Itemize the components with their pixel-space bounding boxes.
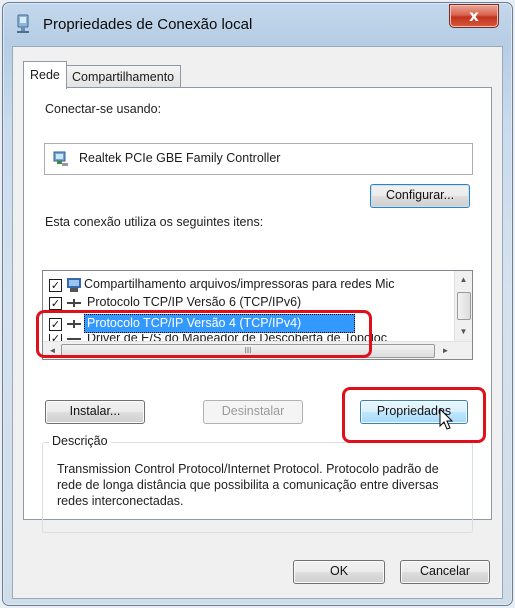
description-text: Transmission Control Protocol/Internet P… [57,462,439,508]
vertical-scroll-thumb[interactable] [457,292,471,320]
item-checkbox[interactable]: ✓ [49,279,62,292]
item-label: Compartilhamento arquivos/impressoras pa… [84,277,395,291]
scroll-grip-icon: III [244,346,252,355]
protocol-icon [67,299,81,307]
list-item[interactable]: ✓ Protocolo TCP/IP Versão 6 (TCP/IPv6) [43,292,453,314]
tab-panel-rede: Conectar-se usando: Realtek PCIe GBE Fam… [23,87,492,533]
tab-compartilhamento[interactable]: Compartilhamento [65,65,182,88]
vertical-scrollbar[interactable]: ▲ ▼ [454,271,472,342]
list-item-selected[interactable]: ✓ Protocolo TCP/IP Versão 4 (TCP/IPv4) [43,313,453,335]
network-connection-icon [17,14,29,33]
adapter-name: Realtek PCIe GBE Family Controller [79,151,281,165]
close-icon: x [469,7,479,25]
install-button[interactable]: Instalar... [45,400,145,424]
items-list[interactable]: ✓ Compartilhamento arquivos/impressoras … [42,270,473,360]
protocol-icon [67,320,81,328]
window-title: Propriedades de Conexão local [43,16,253,33]
horizontal-scroll-thumb[interactable]: III [61,344,435,358]
close-button[interactable]: x [449,4,499,28]
dialog-window: Propriedades de Conexão local x Rede Com… [2,2,513,606]
item-checkbox[interactable]: ✓ [49,297,62,310]
description-group: Descrição Transmission Control Protocol/… [42,434,473,533]
item-checkbox[interactable]: ✓ [49,318,62,331]
network-adapter-icon [53,151,68,166]
cancel-button[interactable]: Cancelar [400,560,490,584]
configure-button[interactable]: Configurar... [370,184,470,208]
dialog-client-area: Rede Compartilhamento Conectar-se usando… [12,46,503,599]
horizontal-scrollbar[interactable]: ◄ III ► [43,341,472,359]
tab-rede[interactable]: Rede [23,61,67,89]
scroll-down-icon[interactable]: ▼ [455,327,472,336]
file-printer-sharing-icon [67,278,81,292]
uninstall-button[interactable]: Desinstalar [203,400,303,424]
description-legend: Descrição [49,434,111,448]
scroll-right-icon[interactable]: ► [437,346,454,355]
scroll-up-icon[interactable]: ▲ [455,275,472,284]
ok-button[interactable]: OK [293,560,385,584]
item-label: Protocolo TCP/IP Versão 6 (TCP/IPv6) [87,295,302,309]
title-bar[interactable]: Propriedades de Conexão local x [3,3,512,45]
scroll-left-icon[interactable]: ◄ [44,346,61,355]
item-label: Protocolo TCP/IP Versão 4 (TCP/IPv4) [87,316,302,330]
items-label: Esta conexão utiliza os seguintes itens: [45,215,264,229]
adapter-field: Realtek PCIe GBE Family Controller [44,143,473,175]
mouse-cursor-icon [439,408,454,430]
connect-using-label: Conectar-se usando: [45,102,162,116]
